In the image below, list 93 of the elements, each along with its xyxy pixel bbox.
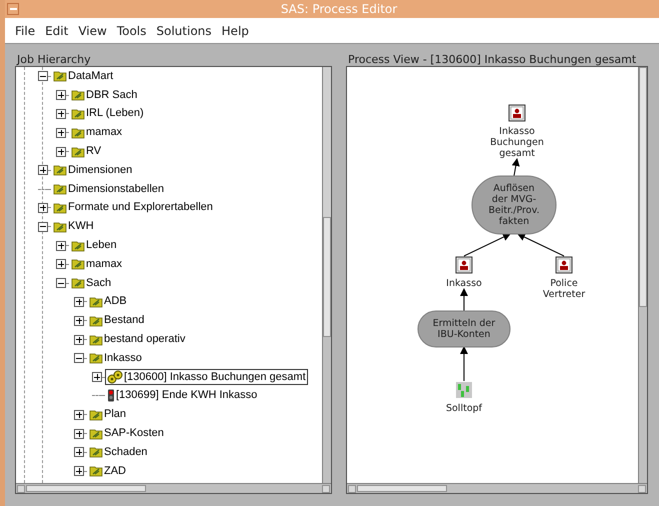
expand-toggle[interactable]: [74, 334, 84, 345]
expand-toggle[interactable]: [38, 165, 48, 176]
vertical-scrollbar[interactable]: [638, 67, 647, 483]
tree-item[interactable]: DataMart: [51, 68, 116, 84]
folder-icon: [71, 126, 85, 139]
node-label: Inkasso: [446, 278, 482, 289]
expand-toggle[interactable]: [56, 90, 66, 100]
traffic-light-icon: [107, 389, 115, 402]
connector-arrow: [460, 288, 468, 312]
expand-toggle[interactable]: [74, 410, 84, 420]
connector-arrow: [517, 233, 564, 256]
panel-title: Job Hierarchy: [16, 54, 92, 66]
expand-toggle[interactable]: [74, 466, 84, 476]
tree-item[interactable]: Bestand: [87, 313, 146, 328]
folder-icon: [89, 408, 103, 421]
folder-icon: [89, 465, 103, 478]
expand-toggle[interactable]: [56, 240, 66, 251]
menu-item[interactable]: View: [78, 22, 107, 40]
tree-item[interactable]: DBR Sach: [69, 88, 140, 103]
collapse-toggle[interactable]: [38, 222, 48, 232]
folder-icon: [71, 240, 85, 252]
folder-icon: [71, 146, 85, 158]
expand-toggle[interactable]: [74, 296, 84, 307]
tree-item[interactable]: Formate und Explorertabellen: [51, 200, 215, 216]
folder-icon: [89, 352, 103, 364]
node-label: Police Vertreter: [542, 278, 586, 300]
collapse-toggle[interactable]: [56, 278, 66, 288]
expand-toggle[interactable]: [38, 202, 48, 213]
tree-item[interactable]: mamax: [69, 256, 124, 272]
connector-arrow: [460, 346, 468, 382]
tree-item[interactable]: mamax: [69, 125, 124, 140]
tree-item[interactable]: IRL (Leben): [69, 106, 146, 122]
tree-item[interactable]: Dimensionstabellen: [51, 182, 166, 197]
expand-toggle[interactable]: [56, 108, 66, 119]
table-icon[interactable]: [556, 256, 572, 274]
expand-toggle[interactable]: [74, 428, 84, 439]
gears-icon: [107, 370, 123, 384]
table-icon[interactable]: [508, 104, 526, 122]
window-title: SAS: Process Editor: [280, 1, 398, 18]
tree-item[interactable]: KWH: [51, 219, 96, 234]
folder-icon: [89, 428, 103, 440]
connector-arrow: [512, 158, 520, 176]
node-label: Solltopf: [446, 403, 482, 414]
tree-item[interactable]: Inkasso: [87, 350, 144, 366]
collapse-toggle[interactable]: [74, 353, 84, 364]
tree-item[interactable]: RV: [69, 144, 104, 160]
folder-icon: [53, 70, 67, 82]
panel-title: Process View - [130600] Inkasso Buchungen gesamt: [347, 54, 638, 66]
folder-icon: [71, 258, 85, 270]
horizontal-scrollbar[interactable]: [16, 483, 331, 493]
folder-icon: [89, 334, 103, 346]
menu-item[interactable]: Tools: [116, 22, 146, 40]
tree-item[interactable]: bestand operativ: [87, 332, 188, 348]
expand-toggle[interactable]: [56, 259, 66, 270]
expand-toggle[interactable]: [92, 372, 102, 382]
step-label: Ermitteln der IBU-Konten: [432, 318, 496, 340]
tree-item[interactable]: ZAD: [87, 464, 128, 479]
tree-item[interactable]: SAP-Kosten: [87, 426, 166, 442]
connector-arrow: [464, 233, 511, 256]
tree-item[interactable]: Leben: [69, 238, 119, 254]
tree-item[interactable]: Dimensionen: [51, 162, 134, 178]
folder-icon: [71, 89, 85, 102]
vertical-scrollbar[interactable]: [322, 67, 331, 483]
expand-toggle[interactable]: [56, 128, 66, 138]
window-menu-icon[interactable]: [7, 3, 19, 15]
node-label: Inkasso Buchungen gesamt: [490, 126, 544, 159]
tree-item[interactable]: [130600] Inkasso Buchungen gesamt: [105, 369, 308, 386]
process-step[interactable]: [418, 310, 510, 348]
folder-icon: [71, 108, 85, 120]
folder-icon: [71, 277, 85, 290]
folder-icon: [89, 296, 103, 308]
folder-icon: [89, 446, 103, 458]
menu-item[interactable]: Help: [222, 22, 249, 40]
tree-item[interactable]: ADB: [87, 294, 129, 310]
folder-icon: [53, 202, 67, 214]
tree-item[interactable]: [130699] Ende KWH Inkasso: [105, 388, 260, 404]
collapse-toggle[interactable]: [38, 71, 48, 82]
menu-item[interactable]: Solutions: [156, 22, 212, 40]
tree-item[interactable]: Sach: [69, 276, 114, 291]
expand-toggle[interactable]: [56, 146, 66, 157]
menu-item[interactable]: File: [15, 22, 36, 40]
expand-toggle[interactable]: [74, 316, 84, 326]
tree-item[interactable]: Plan: [87, 407, 128, 422]
folder-icon: [53, 183, 67, 196]
folder-icon: [53, 164, 67, 176]
folder-icon: [53, 220, 67, 233]
expand-toggle[interactable]: [74, 447, 84, 458]
menu-item[interactable]: Edit: [45, 22, 68, 40]
tree-item[interactable]: Schaden: [87, 444, 150, 460]
horizontal-scrollbar[interactable]: [347, 483, 647, 493]
folder-icon: [89, 314, 103, 327]
step-label: Auflösen der MVG- Beitr./Prov. fakten: [488, 183, 540, 227]
table-icon[interactable]: [456, 256, 472, 274]
